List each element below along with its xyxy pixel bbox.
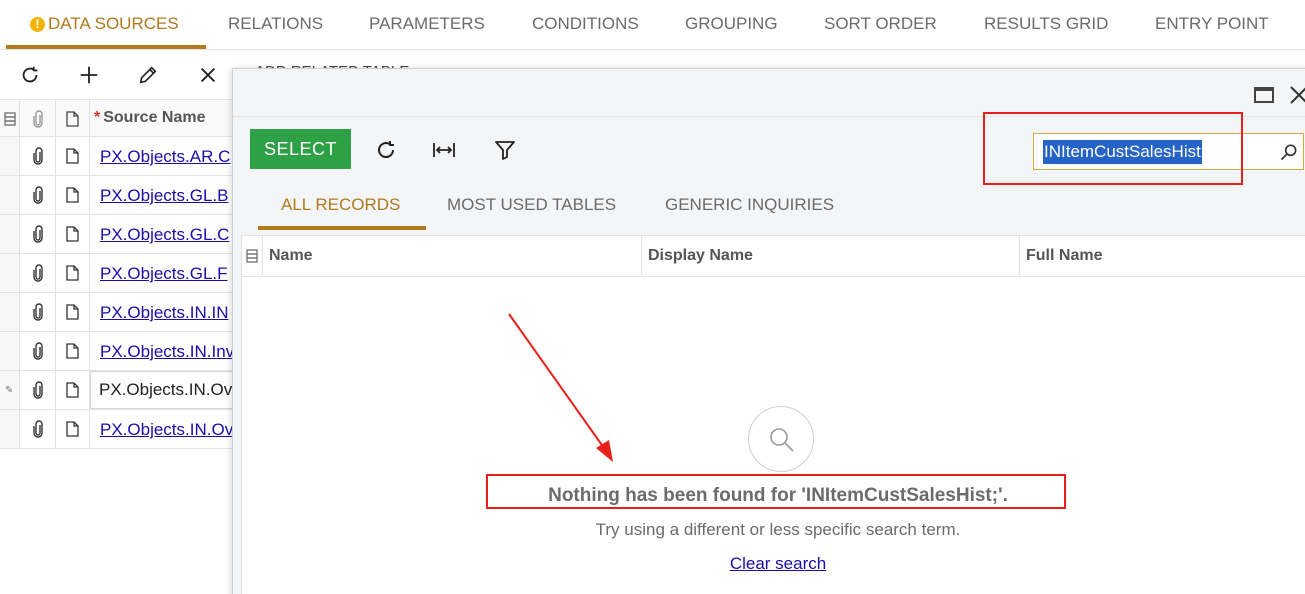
tab-most-used-tables[interactable]: MOST USED TABLES: [447, 195, 616, 215]
refresh-icon[interactable]: [371, 135, 401, 165]
attachment-icon[interactable]: [20, 176, 56, 214]
source-name-link[interactable]: PX.Objects.GL.F: [100, 264, 228, 284]
attachment-header-icon: [20, 100, 56, 137]
refresh-icon[interactable]: [15, 60, 45, 90]
column-full-name[interactable]: Full Name: [1020, 236, 1305, 276]
grid-header: * Source Name: [0, 99, 240, 137]
source-name-cell[interactable]: PX.Objects.IN.Ov: [90, 371, 250, 409]
attachment-icon[interactable]: [20, 410, 56, 448]
attachment-icon[interactable]: [20, 137, 56, 175]
delete-icon[interactable]: [193, 60, 223, 90]
search-box[interactable]: INItemCustSalesHist: [1033, 133, 1304, 170]
note-icon[interactable]: [56, 176, 90, 214]
attachment-icon[interactable]: [20, 254, 56, 292]
close-icon[interactable]: [1287, 83, 1305, 107]
row-selector[interactable]: [0, 293, 20, 331]
empty-search-illustration: [748, 406, 814, 472]
table-row[interactable]: PX.Objects.AR.C: [0, 137, 240, 176]
tab-all-records[interactable]: ALL RECORDS: [281, 195, 400, 215]
fit-columns-icon[interactable]: [429, 135, 459, 165]
warning-icon: !: [30, 17, 45, 32]
source-name-link[interactable]: PX.Objects.IN.IN: [100, 303, 228, 323]
tab-results-grid[interactable]: RESULTS GRID: [984, 14, 1108, 34]
row-selector[interactable]: [0, 254, 20, 292]
magnifier-icon: [770, 428, 794, 452]
attachment-icon[interactable]: [20, 371, 56, 409]
dialog-divider: [233, 116, 1305, 117]
table-row[interactable]: PX.Objects.GL.F: [0, 254, 240, 293]
tab-parameters[interactable]: PARAMETERS: [369, 14, 485, 34]
table-row[interactable]: PX.Objects.IN.Ov: [0, 410, 240, 449]
note-icon[interactable]: [56, 137, 90, 175]
active-dialog-tab-indicator: [258, 226, 426, 230]
add-icon[interactable]: [74, 60, 104, 90]
clear-search-link[interactable]: Clear search: [730, 554, 826, 573]
source-name-link[interactable]: PX.Objects.IN.Inv: [100, 342, 234, 362]
table-row[interactable]: PX.Objects.GL.C: [0, 215, 240, 254]
row-selector-icon: [0, 100, 20, 137]
row-selector[interactable]: [0, 332, 20, 370]
empty-state-subtitle: Try using a different or less specific s…: [595, 520, 961, 539]
row-selector[interactable]: [0, 410, 20, 448]
tab-entry-point[interactable]: ENTRY POINT: [1155, 14, 1269, 34]
source-name-link[interactable]: PX.Objects.GL.C: [100, 225, 229, 245]
tab-data-sources[interactable]: ! DATA SOURCES: [30, 14, 179, 34]
row-edit-icon: ✎: [5, 385, 14, 396]
search-input[interactable]: [1042, 140, 1242, 164]
note-icon[interactable]: [56, 254, 90, 292]
row-selector[interactable]: [0, 137, 20, 175]
table-row[interactable]: PX.Objects.GL.B: [0, 176, 240, 215]
background-toolbar: [0, 52, 240, 98]
table-row[interactable]: ✎ PX.Objects.IN.Ov: [0, 371, 250, 410]
source-name-link[interactable]: PX.Objects.IN.Ov: [100, 420, 233, 440]
row-selector[interactable]: [0, 215, 20, 253]
column-display-name[interactable]: Display Name: [642, 236, 1020, 276]
maximize-icon[interactable]: [1254, 87, 1274, 103]
note-icon[interactable]: [56, 332, 90, 370]
note-header-icon: [56, 100, 90, 137]
table-row[interactable]: PX.Objects.IN.IN: [0, 293, 240, 332]
results-grid-header: Name Display Name Full Name: [242, 236, 1305, 277]
tab-relations[interactable]: RELATIONS: [228, 14, 323, 34]
note-icon[interactable]: [56, 215, 90, 253]
edit-icon[interactable]: [133, 60, 163, 90]
tab-generic-inquiries[interactable]: GENERIC INQUIRIES: [665, 195, 834, 215]
select-button[interactable]: SELECT: [250, 129, 351, 169]
row-selector-icon: [242, 236, 263, 276]
source-name-link[interactable]: PX.Objects.GL.B: [100, 186, 229, 206]
required-marker: *: [94, 109, 101, 126]
note-icon[interactable]: [56, 410, 90, 448]
search-icon[interactable]: [1279, 142, 1299, 162]
source-name-header[interactable]: * Source Name: [94, 109, 206, 127]
data-sources-grid: * Source Name PX.Objects.AR.C PX.Objects.G…: [0, 99, 250, 449]
table-row[interactable]: PX.Objects.IN.Inv: [0, 332, 240, 371]
top-tab-bar: ! DATA SOURCES RELATIONS PARAMETERS CONDI…: [0, 0, 1305, 50]
attachment-icon[interactable]: [20, 215, 56, 253]
column-name[interactable]: Name: [263, 236, 642, 276]
row-selector[interactable]: ✎: [0, 371, 20, 409]
note-icon[interactable]: [56, 371, 90, 409]
add-table-dialog: SELECT INItemCustSalesHist ALL RECORDS M…: [232, 68, 1305, 594]
results-grid: Name Display Name Full Name Nothing has …: [241, 235, 1305, 594]
source-name-header-label: Source Name: [103, 109, 206, 126]
tab-sort-order[interactable]: SORT ORDER: [824, 14, 937, 34]
attachment-icon[interactable]: [20, 332, 56, 370]
filter-icon[interactable]: [490, 135, 520, 165]
empty-state-title: Nothing has been found for 'INItemCustSa…: [548, 485, 1008, 506]
source-name-link[interactable]: PX.Objects.AR.C: [100, 147, 230, 167]
active-tab-indicator: [6, 45, 206, 49]
tab-data-sources-label: DATA SOURCES: [48, 14, 179, 33]
tab-conditions[interactable]: CONDITIONS: [532, 14, 639, 34]
tab-grouping[interactable]: GROUPING: [685, 14, 778, 34]
note-icon[interactable]: [56, 293, 90, 331]
row-selector[interactable]: [0, 176, 20, 214]
attachment-icon[interactable]: [20, 293, 56, 331]
clear-search-container: Clear search: [242, 554, 1305, 574]
